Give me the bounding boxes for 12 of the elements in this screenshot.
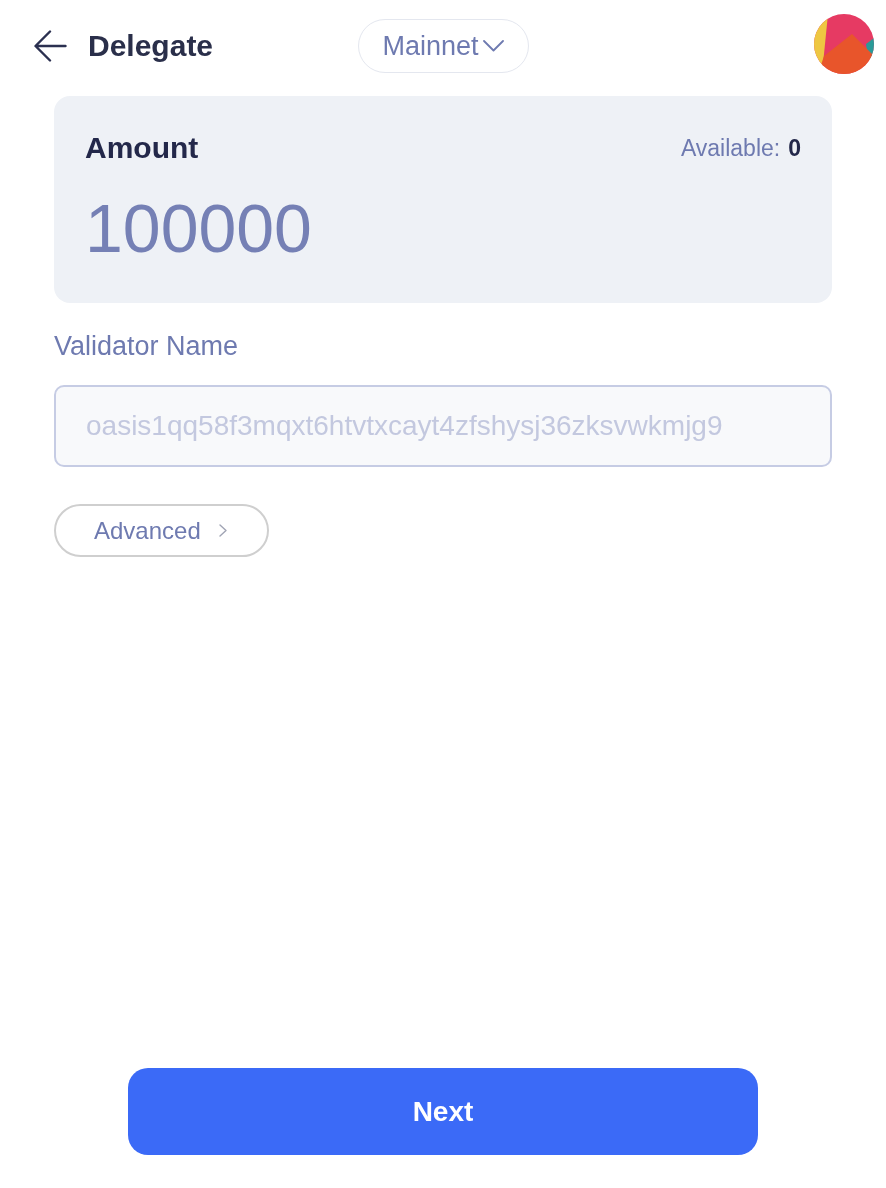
next-button[interactable]: Next (128, 1068, 758, 1155)
network-selector[interactable]: Mainnet (357, 19, 529, 73)
back-arrow-icon[interactable] (34, 30, 67, 62)
validator-label: Validator Name (54, 330, 239, 362)
avatar-icon[interactable] (814, 14, 874, 74)
amount-label: Amount (85, 131, 199, 165)
chevron-down-icon (482, 40, 504, 52)
available-value: 0 (788, 134, 801, 162)
amount-input[interactable]: 100000 (85, 195, 385, 261)
page-title: Delegate (88, 28, 214, 64)
available-label: Available: (680, 134, 781, 162)
advanced-button[interactable]: Advanced (54, 504, 269, 557)
